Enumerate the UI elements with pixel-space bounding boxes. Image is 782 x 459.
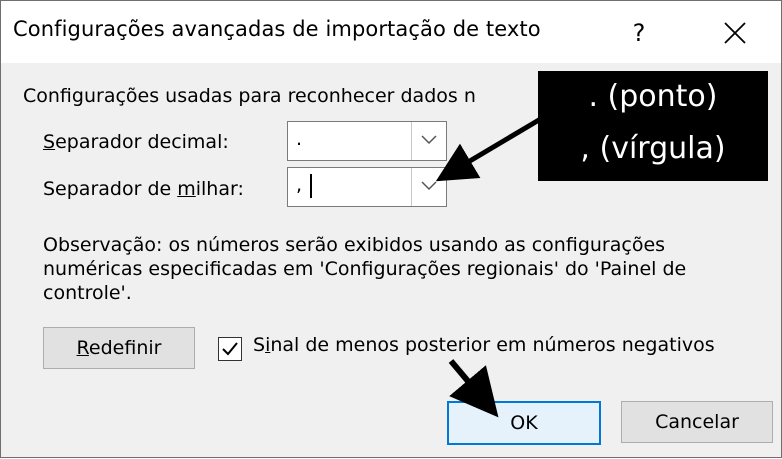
annotation-arrows (435, 111, 551, 418)
arrow-to-ok-button (448, 359, 499, 418)
arrow-to-thousands-field (435, 111, 551, 182)
advanced-text-import-dialog: Configurações avançadas de importação de… (0, 0, 782, 458)
